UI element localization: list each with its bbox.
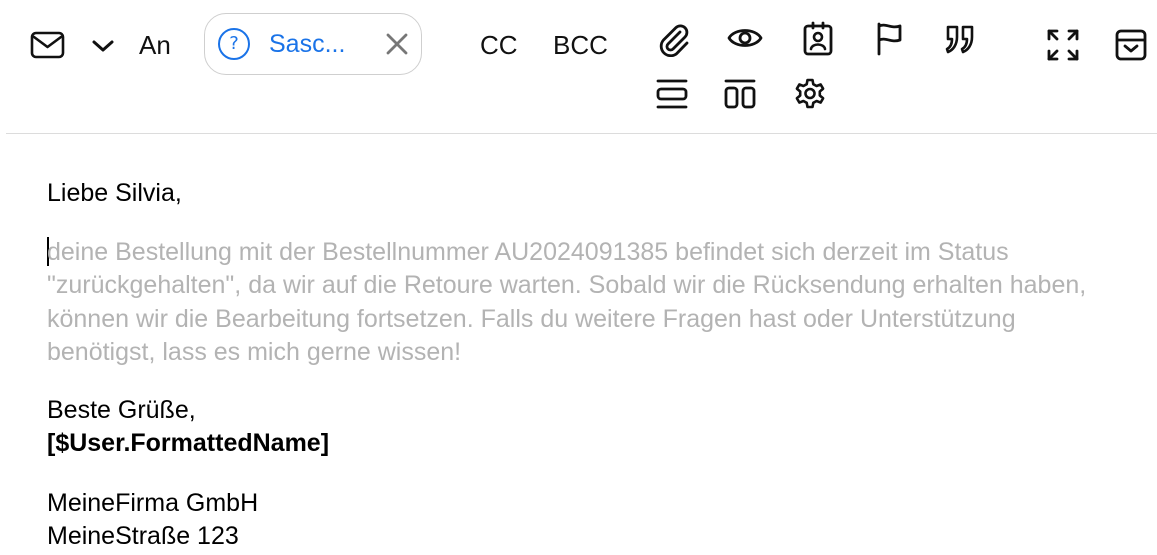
- quote-icon[interactable]: [943, 22, 979, 56]
- recipient-chip-label: Sasc...: [269, 30, 346, 58]
- chevron-down-icon[interactable]: [89, 32, 117, 60]
- eye-icon[interactable]: [727, 22, 763, 54]
- archive-icon[interactable]: [1113, 27, 1149, 63]
- question-circle-icon: ?: [218, 28, 250, 60]
- suggested-text-placeholder[interactable]: deine Bestellung mit der Bestellnummer A…: [47, 236, 1107, 369]
- recipient-chip[interactable]: ? Sasc...: [204, 13, 422, 75]
- email-compose-window: An ? Sasc... CC BCC Liebe Silvia, deine …: [0, 0, 1157, 555]
- mail-icon[interactable]: [30, 29, 66, 61]
- layout-single-icon[interactable]: [654, 76, 690, 112]
- compose-toolbar: An ? Sasc... CC BCC: [0, 0, 1157, 134]
- expand-icon[interactable]: [1045, 27, 1081, 63]
- company-name[interactable]: MeineFirma GmbH: [47, 487, 258, 520]
- bcc-button[interactable]: BCC: [553, 29, 608, 61]
- to-label: An: [139, 30, 171, 60]
- close-icon[interactable]: [383, 30, 411, 58]
- layout-split-icon[interactable]: [722, 76, 758, 112]
- company-street[interactable]: MeineStraße 123: [47, 520, 239, 553]
- paperclip-icon[interactable]: [656, 22, 692, 58]
- cc-button[interactable]: CC: [480, 29, 518, 61]
- email-greeting[interactable]: Liebe Silvia,: [47, 177, 182, 210]
- flag-icon[interactable]: [872, 20, 906, 58]
- signature-placeholder[interactable]: [$User.FormattedName]: [47, 427, 329, 460]
- gear-icon[interactable]: [792, 76, 828, 112]
- contact-card-icon[interactable]: [800, 20, 836, 58]
- email-closing[interactable]: Beste Grüße,: [47, 394, 196, 427]
- toolbar-divider: [6, 133, 1157, 134]
